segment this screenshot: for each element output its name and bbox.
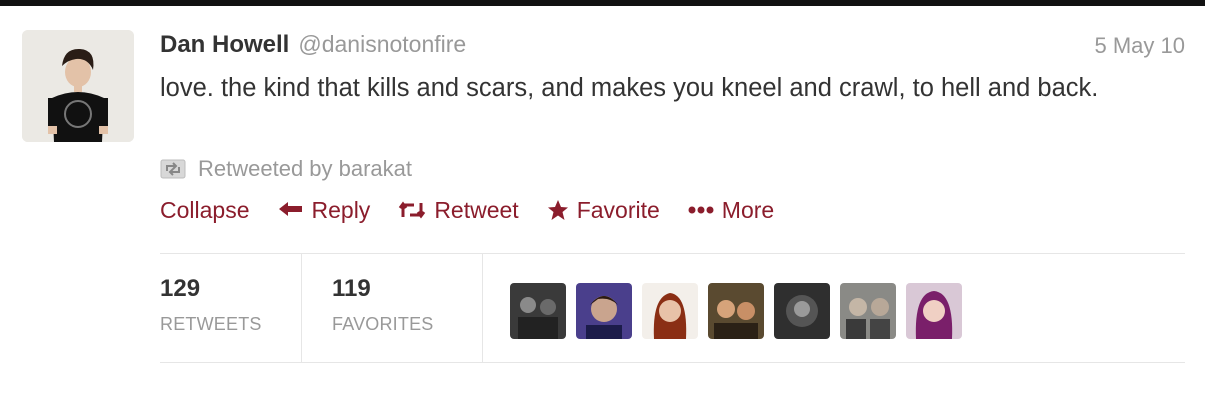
top-border [0, 0, 1205, 6]
retweeted-by-text[interactable]: Retweeted by barakat [198, 156, 412, 182]
author-name[interactable]: Dan Howell [160, 31, 289, 59]
author-handle[interactable]: @danisnotonfire [298, 31, 466, 58]
favorite-button[interactable]: Favorite [547, 197, 660, 224]
reply-label: Reply [311, 196, 371, 223]
stats-bottom-divider [160, 362, 1185, 363]
retweeter-avatar[interactable] [510, 283, 566, 339]
retweeter-avatar[interactable] [708, 283, 764, 339]
tweet-header: Dan Howell @danisnotonfire [160, 31, 466, 61]
retweeter-avatar[interactable] [840, 283, 896, 339]
tweet-footer-cut [160, 388, 540, 401]
retweeter-avatar[interactable] [774, 283, 830, 339]
reply-button[interactable]: Reply [278, 196, 371, 224]
retweeter-avatar[interactable] [906, 283, 962, 339]
favorites-label: FAVORITES [332, 314, 434, 334]
collapse-button[interactable]: Collapse [160, 197, 250, 224]
star-icon [547, 200, 568, 220]
retweet-label: Retweet [434, 196, 519, 223]
favorite-label: Favorite [576, 196, 660, 223]
collapse-label: Collapse [160, 196, 250, 223]
tweet-stats: 129 RETWEETS 119 FAVORITES [160, 254, 483, 362]
retweets-label: RETWEETS [160, 314, 262, 334]
retweeter-avatars [510, 283, 972, 339]
tweet-date[interactable]: 5 May 10 [1095, 33, 1186, 59]
author-avatar[interactable] [22, 30, 134, 142]
more-label: More [721, 196, 775, 223]
retweeter-avatar[interactable] [642, 283, 698, 339]
retweet-button[interactable]: Retweet [398, 196, 519, 224]
more-dots-icon [688, 206, 714, 214]
tweet-actions: Collapse Reply Retweet Favorite More [160, 194, 802, 226]
more-button[interactable]: More [688, 197, 774, 224]
favorites-stat[interactable]: 119 FAVORITES [302, 254, 483, 362]
retweets-stat[interactable]: 129 RETWEETS [160, 254, 302, 362]
reply-arrow-icon [278, 202, 302, 216]
retweeter-avatar[interactable] [576, 283, 632, 339]
retweet-arrows-icon [399, 201, 426, 219]
retweet-icon [160, 159, 186, 179]
retweeted-by-line: Retweeted by barakat [160, 154, 412, 184]
retweets-count: 129 [160, 275, 201, 302]
favorites-count: 119 [332, 275, 371, 302]
tweet-text: love. the kind that kills and scars, and… [160, 74, 1099, 102]
